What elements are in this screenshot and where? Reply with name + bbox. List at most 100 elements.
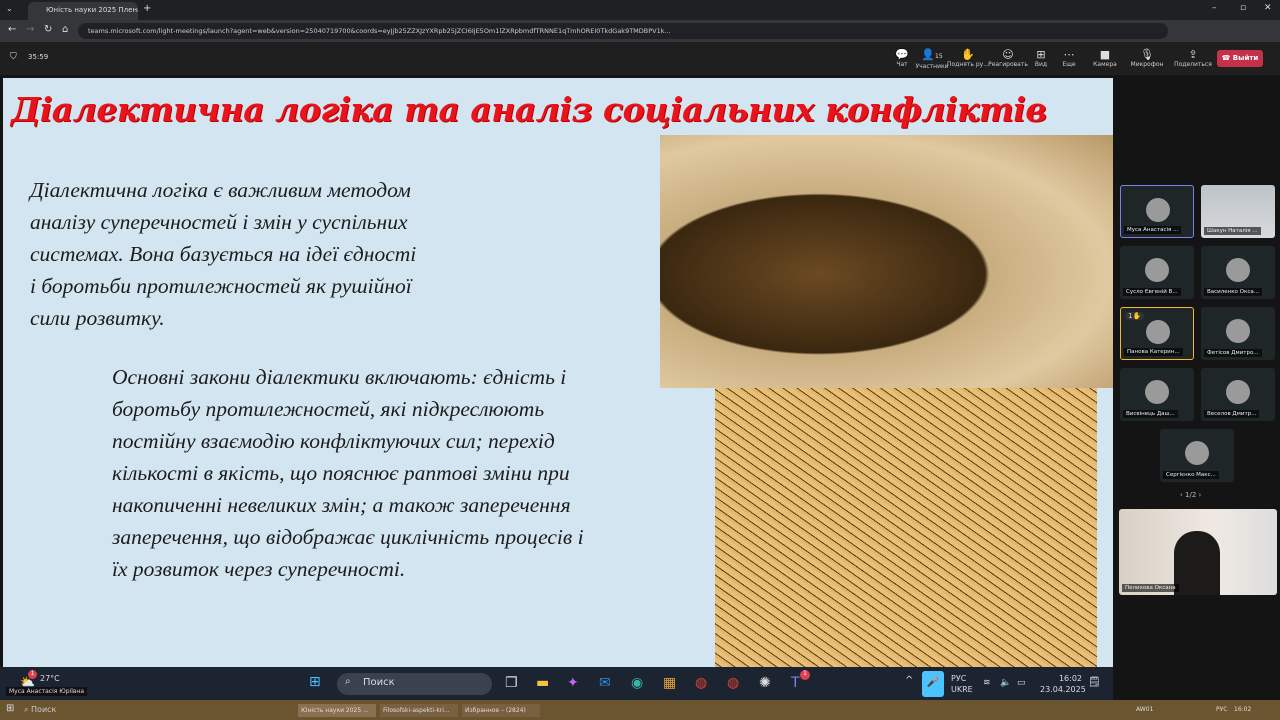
label: Поделиться <box>1174 61 1212 68</box>
notifications-icon[interactable]: 🗒 <box>1088 677 1101 688</box>
page-indicator: 1/2 <box>1185 491 1197 499</box>
chrome-active-icon[interactable]: ◍ <box>727 675 739 691</box>
slide-paragraph-1: Діалектична логіка є важливим методом ана… <box>30 174 470 334</box>
meeting-timer: 35:59 <box>28 53 49 61</box>
participant-tile[interactable]: Сергієнко Макс... <box>1160 429 1234 482</box>
text-line: накопиченні невеликих змін; а також запе… <box>112 493 571 517</box>
participant-name: Сергієнко Макс... <box>1163 471 1219 479</box>
store-icon[interactable]: ▦ <box>663 675 676 691</box>
participant-tile[interactable]: Висвінець Даш... <box>1120 368 1194 421</box>
participant-count: 15 <box>935 53 943 60</box>
mail-icon[interactable]: ✉ <box>599 675 611 691</box>
close-icon[interactable]: ✕ <box>1264 3 1272 13</box>
teams-icon[interactable]: T <box>791 675 800 691</box>
label: Поднять ру... <box>947 61 989 68</box>
text-line: їх розвиток через суперечності. <box>112 557 406 581</box>
host-language[interactable]: РУС <box>1216 706 1227 713</box>
meeting-toolbar: ⛉ 35:59 💬 Чат 👤15 Участники ✋ Поднять ру...… <box>0 42 1280 75</box>
participant-name: Муса Анастасія ... <box>1124 226 1182 234</box>
lang-line: РУС <box>951 674 967 683</box>
minimize-icon[interactable]: – <box>1212 3 1217 13</box>
task-view-icon[interactable]: ❐ <box>505 675 518 691</box>
host-task-item[interactable]: Юність науки 2025 ... <box>298 704 376 717</box>
avatar <box>1146 198 1170 222</box>
forward-icon[interactable]: → <box>26 24 34 35</box>
leave-label: Выйти <box>1232 54 1259 62</box>
edge-icon[interactable]: ◉ <box>631 675 643 691</box>
maximize-icon[interactable]: ▫ <box>1240 3 1246 13</box>
search-icon: ⌕ <box>345 676 351 687</box>
time: 16:02 <box>1058 674 1082 683</box>
camera-button[interactable]: ■ Камера <box>1082 48 1128 68</box>
avatar <box>1145 380 1169 404</box>
wifi-icon[interactable]: ≋ <box>983 678 991 688</box>
participant-tile[interactable]: Сусло Євгеній В... <box>1120 246 1194 299</box>
avatar <box>1145 258 1169 282</box>
engraving-image <box>715 388 1097 667</box>
browser-tab[interactable]: Юність науки 2025 Пленар <box>28 2 138 20</box>
text-line: постійну взаємодію конфліктуючих сил; пе… <box>112 429 555 453</box>
gears-head-image <box>660 135 1113 388</box>
participant-tile[interactable]: Шакун Наталія ... <box>1201 185 1275 238</box>
leave-button[interactable]: ☎ Выйти <box>1217 50 1263 67</box>
chatgpt-icon[interactable]: ✺ <box>759 675 771 691</box>
person-video <box>1174 531 1220 595</box>
host-clock[interactable]: 16:02 <box>1234 706 1251 713</box>
chevron-right-icon[interactable]: › <box>1196 491 1202 499</box>
new-tab-icon[interactable]: + <box>143 3 151 14</box>
date: 23.04.2025 <box>1040 685 1086 694</box>
share-button[interactable]: ⇪ Поделиться <box>1170 48 1216 68</box>
participant-tile[interactable]: 1✋ Панова Катерин... <box>1120 307 1194 360</box>
text-line: кількості в якість, що пояснює раптові з… <box>112 461 570 485</box>
participant-name: Фетісов Дмитро... <box>1204 349 1262 357</box>
language-indicator[interactable]: РУС UKRE <box>951 673 973 695</box>
file-explorer-icon[interactable]: ▬ <box>536 675 549 691</box>
text-line: Діалектична логіка є важливим методом <box>30 178 411 202</box>
tray-app[interactable]: AW01 <box>1136 706 1153 713</box>
slide-title: Діалектична логіка та аналіз соціальних … <box>11 90 1047 129</box>
label: Еще <box>1062 61 1076 68</box>
speaker-name-overlay: Муса Анастасія Юріївна <box>6 687 88 696</box>
lang-line: UKRE <box>951 685 973 694</box>
gallery-pager[interactable]: ‹ 1/2 › <box>1180 491 1201 499</box>
taskbar-search[interactable]: ⌕ Поиск <box>337 673 492 695</box>
home-icon[interactable]: ⌂ <box>62 24 68 35</box>
tab-title: Юність науки 2025 Пленар <box>46 6 138 14</box>
url-input[interactable]: teams.microsoft.com/light-meetings/launc… <box>78 23 1168 39</box>
reload-icon[interactable]: ↻ <box>44 24 52 35</box>
participant-name: Висвінець Даш... <box>1123 410 1178 418</box>
start-icon[interactable]: ⊞ <box>6 703 14 714</box>
chrome-icon[interactable]: ◍ <box>695 675 707 691</box>
volume-icon[interactable]: 🔈 <box>1000 678 1011 688</box>
slide-paragraph-2: Основні закони діалектики включають: єдн… <box>112 361 652 585</box>
browser-tab-bar: ⌄ Юність науки 2025 Пленар + – ▫ ✕ <box>0 0 1280 20</box>
back-icon[interactable]: ← <box>8 24 16 35</box>
avatar <box>1146 320 1170 344</box>
microphone-button[interactable]: 🎙 Микрофон <box>1124 48 1170 68</box>
participant-tile[interactable]: Василенко Окса... <box>1201 246 1275 299</box>
avatar <box>1226 319 1250 343</box>
host-taskbar: ⊞ ⌕ Поиск Юність науки 2025 ... Filosofs… <box>0 700 1280 720</box>
tab-list-icon[interactable]: ⌄ <box>6 4 13 13</box>
participant-name: Василенко Окса... <box>1204 288 1262 296</box>
chevron-up-icon[interactable]: ^ <box>905 675 913 686</box>
host-task-item[interactable]: Filosofski-aspekti-kri... <box>380 704 458 717</box>
participant-name: Веселов Дмитр... <box>1204 410 1260 418</box>
copilot-icon[interactable]: ✦ <box>567 675 579 691</box>
host-task-item[interactable]: Избранное – (2824) <box>462 704 540 717</box>
text-line: сили розвитку. <box>30 306 165 330</box>
search-label: Поиск <box>31 705 57 714</box>
mic-icon[interactable]: 🎤 <box>922 671 944 697</box>
participant-name: Сусло Євгеній В... <box>1123 288 1181 296</box>
participant-tile[interactable]: Муса Анастасія ... <box>1120 185 1194 238</box>
battery-icon[interactable]: ▭ <box>1017 678 1026 688</box>
avatar <box>1226 258 1250 282</box>
host-search[interactable]: ⌕ Поиск <box>24 705 56 715</box>
text-line: боротьбу протилежностей, які підкреслюют… <box>112 397 545 421</box>
raise-hand-icon: ✋ <box>1132 312 1142 320</box>
start-icon[interactable]: ⊞ <box>309 674 321 690</box>
participant-tile[interactable]: Веселов Дмитр... <box>1201 368 1275 421</box>
clock[interactable]: 16:02 23.04.2025 <box>1040 673 1086 695</box>
participant-name: Пелихова Оксана <box>1122 584 1179 592</box>
participant-tile[interactable]: Фетісов Дмитро... <box>1201 307 1275 360</box>
